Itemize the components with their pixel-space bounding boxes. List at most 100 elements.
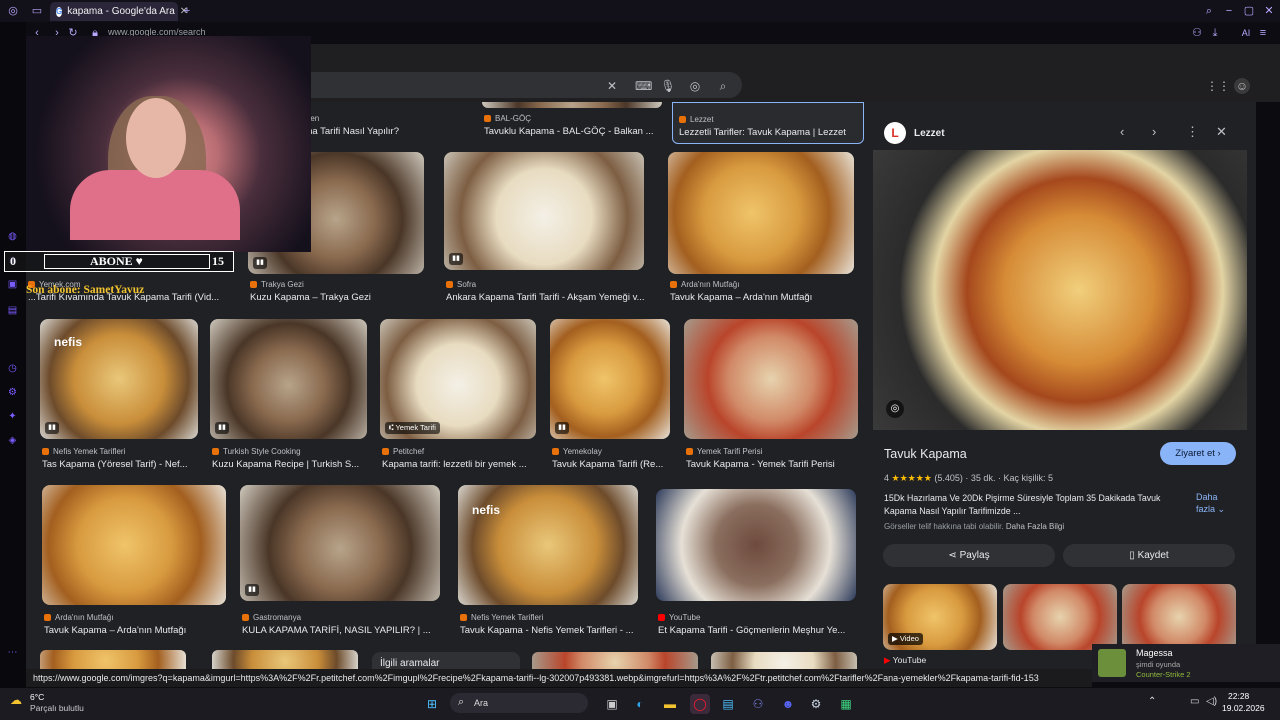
tray-overflow-icon[interactable]: ⌃ xyxy=(1148,696,1156,707)
result-caption[interactable]: Ankara Kapama Tarifi Tarifi - Akşam Yeme… xyxy=(446,292,646,303)
search-tabs-icon[interactable]: ⌕ xyxy=(1202,4,1216,18)
preview-image[interactable]: ◎ xyxy=(873,150,1247,430)
more-link[interactable]: Daha fazla ⌄ xyxy=(1196,491,1236,515)
tab-manager-icon[interactable]: ▭ xyxy=(30,4,44,18)
opera-gx-icon[interactable]: ◯ xyxy=(690,694,710,714)
more-options-icon[interactable]: ⋮ xyxy=(1186,124,1199,140)
result-card[interactable]: BAL-GÖÇ Tavuklu Kapama - BAL-GÖÇ - Balka… xyxy=(482,102,662,142)
related-thumb[interactable]: ▶ Video xyxy=(883,584,997,650)
share-button[interactable]: ⋖ Paylaş xyxy=(883,544,1055,567)
visit-button[interactable]: Ziyaret et › xyxy=(1160,442,1236,465)
account-avatar[interactable]: ☺ xyxy=(1234,78,1250,94)
save-button[interactable]: ▯ Kaydet xyxy=(1063,544,1235,567)
sidebar-pinboard-icon[interactable]: ◈ xyxy=(6,434,19,447)
result-card[interactable]: ▮▮ Sofra Ankara Kapama Tarifi Tarifi - A… xyxy=(444,152,646,304)
result-caption[interactable]: Tavuk Kapama – Arda'nın Mutfağı xyxy=(44,625,228,636)
result-card-selected[interactable]: Lezzet Lezzetli Tarifler: Tavuk Kapama |… xyxy=(672,102,864,144)
learn-more-link[interactable]: Daha Fazla Bilgi xyxy=(1006,522,1064,531)
result-card[interactable]: Arda'nın Mutfağı Tavuk Kapama – Arda'nın… xyxy=(42,485,226,637)
sidebar-extensions-icon[interactable]: ✦ xyxy=(6,410,19,423)
ai-button[interactable]: AI xyxy=(1236,26,1256,40)
weather-desc[interactable]: Parçalı bulutlu xyxy=(30,703,84,713)
start-icon[interactable]: ⊞ xyxy=(422,694,442,714)
result-image[interactable]: nefis ▮▮ xyxy=(40,319,198,439)
opera-logo-icon[interactable]: ◎ xyxy=(6,4,20,18)
maximize-icon[interactable]: ▢ xyxy=(1242,4,1256,18)
result-image[interactable]: ▮▮ xyxy=(444,152,644,270)
edge-icon[interactable]: ◐ xyxy=(630,694,650,714)
profile-icon[interactable]: ⚇ xyxy=(1190,26,1204,40)
result-caption[interactable]: Tavuk Kapama – Arda'nın Mutfağı xyxy=(670,292,856,303)
result-card[interactable]: Yemek Tarifi Perisi Tavuk Kapama - Yemek… xyxy=(684,319,858,471)
teams-icon[interactable]: ⚇ xyxy=(748,694,768,714)
result-caption[interactable]: KULA KAPAMA TARİFİ, NASIL YAPILIR? | ... xyxy=(242,625,442,636)
result-caption[interactable]: Tas Kapama (Yöresel Tarif) - Nef... xyxy=(42,459,200,470)
result-card[interactable]: YouTube Et Kapama Tarifi - Göçmenlerin M… xyxy=(656,489,856,637)
new-tab-button[interactable]: + xyxy=(180,4,194,18)
result-card[interactable]: ▮▮ Yemekolay Tavuk Kapama Tarifi (Re... xyxy=(550,319,670,471)
result-image[interactable]: nefis xyxy=(458,485,638,605)
apps-grid-icon[interactable]: ⋮⋮ xyxy=(1206,78,1230,94)
steam-icon[interactable]: ⚙ xyxy=(806,694,826,714)
result-image[interactable]: ▮▮ xyxy=(240,485,440,601)
result-caption[interactable]: Et Kapama Tarifi - Göçmenlerin Meşhur Ye… xyxy=(658,625,858,636)
prev-image-icon[interactable]: ‹ xyxy=(1120,124,1124,139)
result-card[interactable]: nefis Nefis Yemek Tarifleri Tavuk Kapama… xyxy=(458,485,638,637)
close-window-icon[interactable]: ✕ xyxy=(1262,4,1276,18)
app-icon[interactable]: ▦ xyxy=(836,694,856,714)
close-panel-icon[interactable]: ✕ xyxy=(1216,124,1227,140)
next-image-icon[interactable]: › xyxy=(1152,124,1156,139)
related-thumb[interactable] xyxy=(1003,584,1117,650)
result-caption[interactable]: Kapama tarifi: lezzetli bir yemek ... xyxy=(382,459,538,470)
panel-source[interactable]: Lezzet xyxy=(914,128,945,139)
sidebar-twitch-icon[interactable]: ▤ xyxy=(6,304,19,317)
search-icon[interactable]: ⌕ xyxy=(715,78,731,94)
sidebar-instagram-icon[interactable]: ▣ xyxy=(6,278,19,291)
result-caption[interactable]: Tavuk Kapama - Nefis Yemek Tarifleri - .… xyxy=(460,625,640,636)
lens-search-icon[interactable]: ◎ xyxy=(886,400,904,418)
weather-icon[interactable]: ☁ xyxy=(10,693,22,707)
result-image[interactable] xyxy=(42,485,226,605)
clock-date[interactable]: 19.02.2026 xyxy=(1222,703,1265,713)
file-explorer-icon[interactable]: ▬ xyxy=(660,694,680,714)
sidebar-history-icon[interactable]: ◷ xyxy=(6,362,19,375)
network-icon[interactable]: ▭ xyxy=(1190,696,1199,707)
store-icon[interactable]: ▤ xyxy=(718,694,738,714)
weather-temp[interactable]: 6°C xyxy=(30,692,44,702)
result-caption[interactable]: ...pama Tarifi Nasıl Yapılır? xyxy=(286,126,456,137)
discord-icon[interactable]: ☻ xyxy=(778,694,798,714)
minimize-icon[interactable]: − xyxy=(1222,4,1236,18)
task-view-icon[interactable]: ▣ xyxy=(602,694,622,714)
taskbar-search[interactable]: ⌕ Ara xyxy=(450,693,588,713)
result-image[interactable]: ⑆ Yemek Tarifi xyxy=(380,319,536,439)
result-card[interactable]: ▮▮ Gastromanya KULA KAPAMA TARİFİ, NASIL… xyxy=(240,485,440,637)
sidebar-whatsapp-icon[interactable]: ◍ xyxy=(6,230,19,243)
volume-icon[interactable]: ◁) xyxy=(1206,696,1217,707)
keyboard-icon[interactable]: ⌨ xyxy=(635,78,652,94)
result-caption[interactable]: Tavuk Kapama - Yemek Tarifi Perisi xyxy=(686,459,860,470)
clear-search-icon[interactable]: ✕ xyxy=(604,78,620,94)
result-image[interactable] xyxy=(482,102,662,108)
result-caption[interactable]: Lezzetli Tarifler: Tavuk Kapama | Lezzet xyxy=(679,127,869,138)
result-caption[interactable]: Kuzu Kapama Recipe | Turkish S... xyxy=(212,459,369,470)
result-card[interactable]: nefis ▮▮ Nefis Yemek Tarifleri Tas Kapam… xyxy=(40,319,198,471)
microphone-icon[interactable]: 🎙︎ xyxy=(660,78,676,94)
result-image[interactable]: ▮▮ xyxy=(550,319,670,439)
result-image[interactable] xyxy=(668,152,854,274)
result-image[interactable]: ▮▮ xyxy=(210,319,367,439)
clock-time[interactable]: 22:28 xyxy=(1228,691,1249,701)
related-thumb[interactable] xyxy=(1122,584,1236,650)
panel-title[interactable]: Tavuk Kapama xyxy=(884,447,967,461)
lens-icon[interactable]: ◎ xyxy=(687,78,703,94)
sidebar-settings-icon[interactable]: ⚙ xyxy=(6,386,19,399)
download-icon[interactable]: ⤓ xyxy=(1208,26,1222,40)
result-card[interactable]: ⑆ Yemek Tarifi Petitchef Kapama tarifi: … xyxy=(380,319,536,471)
sidebar-more-icon[interactable]: ⋯ xyxy=(6,646,19,659)
tab-google-search[interactable]: G kapama - Google'da Ara ✕ xyxy=(50,2,188,21)
result-card[interactable]: ▮▮ Turkish Style Cooking Kuzu Kapama Rec… xyxy=(210,319,367,471)
result-image[interactable] xyxy=(656,489,856,601)
result-card[interactable]: Arda'nın Mutfağı Tavuk Kapama – Arda'nın… xyxy=(668,152,854,304)
game-notification[interactable]: Magessa şimdi oyunda Counter-Strike 2 xyxy=(1092,644,1280,682)
result-caption[interactable]: Tavuk Kapama Tarifi (Re... xyxy=(552,459,672,470)
result-image[interactable] xyxy=(684,319,858,439)
